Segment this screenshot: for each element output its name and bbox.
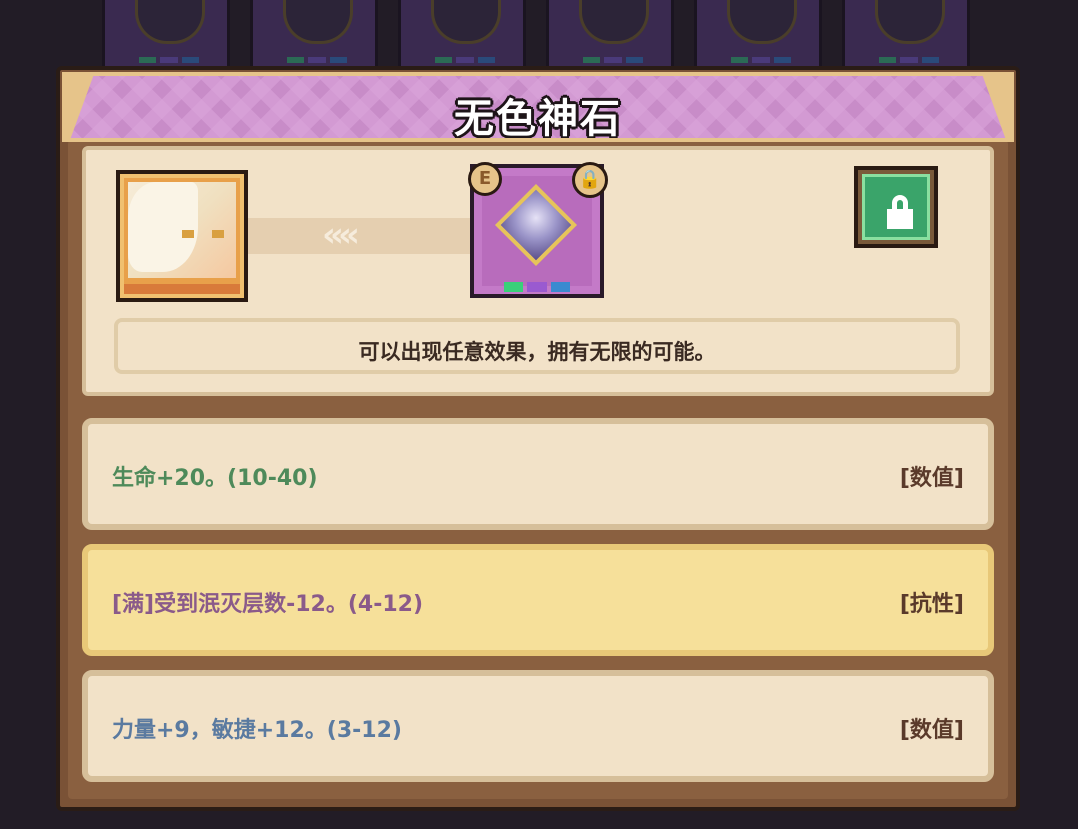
socket-dot (527, 282, 547, 292)
stat-effect-text: [满]受到泯灭层数-12。(4-12) (112, 592, 424, 617)
background-slot (842, 0, 970, 70)
padlock-icon (887, 195, 913, 229)
transfer-arrows-icon: ‹‹‹‹ (322, 215, 360, 255)
stat-row[interactable]: 生命+20。(10-40) [数值] (82, 418, 994, 530)
character-eye (212, 230, 224, 238)
character-portrait[interactable] (116, 170, 248, 302)
gem-socket-dots (504, 282, 570, 292)
character-hair (128, 182, 198, 272)
equipped-badge-icon: E (468, 162, 502, 196)
socket-dot (504, 282, 524, 292)
dialog-title: 无色神石 (454, 96, 622, 142)
lock-badge-icon: 🔒 (572, 162, 608, 198)
background-slot (250, 0, 378, 70)
stat-row[interactable]: 力量+9，敏捷+12。(3-12) [数值] (82, 670, 994, 782)
portrait-bottom-bar (124, 284, 240, 294)
character-eye (182, 230, 194, 238)
socket-dot (550, 282, 570, 292)
stat-category-tag: [数值] (899, 718, 964, 743)
background-slot (546, 0, 674, 70)
background-slot (102, 0, 230, 70)
background-slot (398, 0, 526, 70)
description-box: 可以出现任意效果，拥有无限的可能。 (114, 318, 960, 374)
gem-description: 可以出现任意效果，拥有无限的可能。 (358, 340, 716, 364)
stat-effect-text: 生命+20。(10-40) (112, 466, 318, 491)
title-banner: 无色神石 (62, 72, 1014, 142)
stat-category-tag: [数值] (899, 466, 964, 491)
lock-button[interactable] (854, 166, 938, 248)
stat-effect-text: 力量+9，敏捷+12。(3-12) (112, 718, 402, 743)
stat-row[interactable]: [满]受到泯灭层数-12。(4-12) [抗性] (82, 544, 994, 656)
stat-category-tag: [抗性] (899, 592, 964, 617)
transfer-arrow-track (248, 218, 470, 254)
lock-button-inner (862, 174, 930, 240)
background-slot (694, 0, 822, 70)
